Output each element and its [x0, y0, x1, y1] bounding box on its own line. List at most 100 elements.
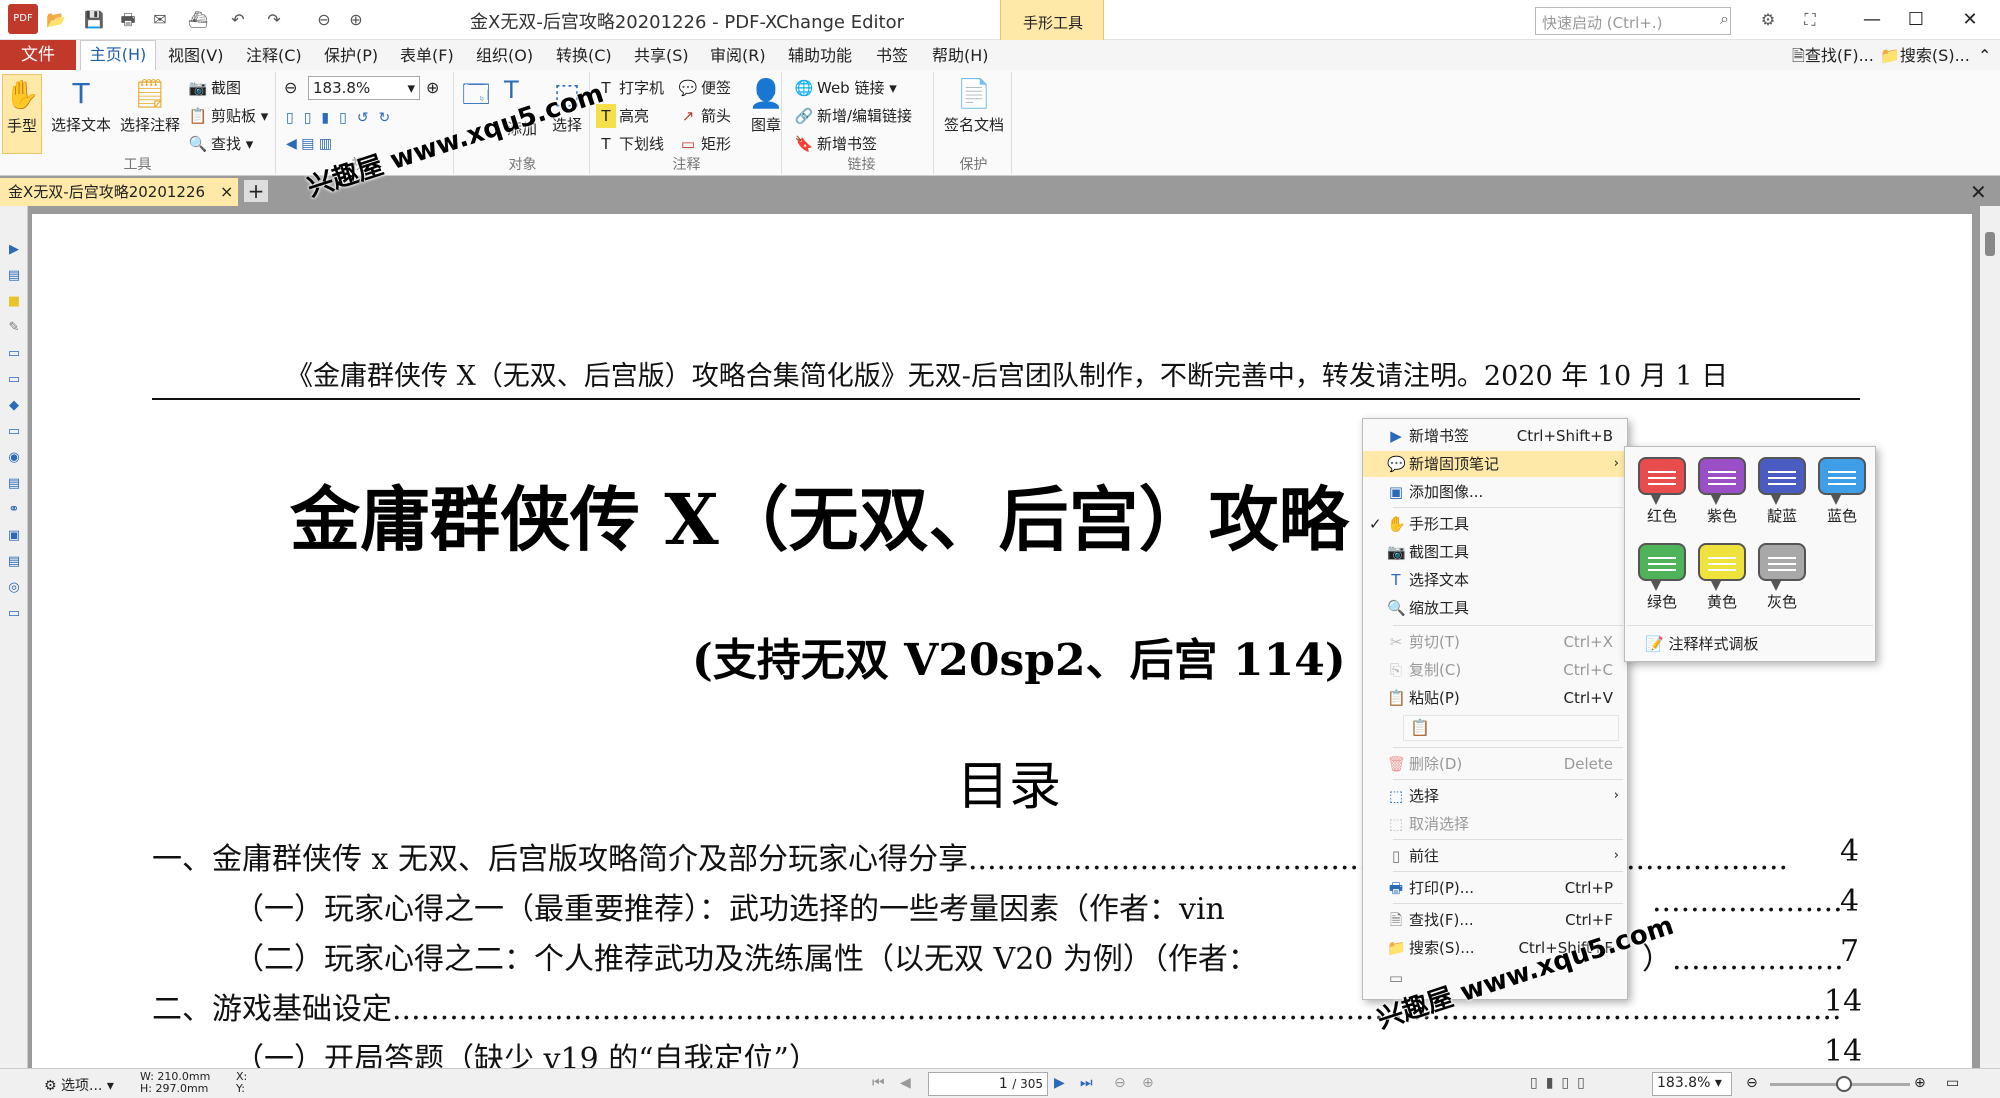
fullscreen-icon[interactable]: ⛶	[1798, 8, 1822, 32]
sticky-color-option[interactable]: 靛蓝	[1753, 453, 1811, 535]
properties-panel-icon[interactable]: ◉	[6, 450, 22, 466]
page-number-field[interactable]: 1 / 305	[928, 1072, 1048, 1096]
back-icon[interactable]: ⊖	[312, 8, 336, 32]
redo-icon[interactable]: ↷	[262, 8, 286, 32]
next-page-icon[interactable]: ▶	[1054, 1075, 1065, 1091]
tab-review[interactable]: 审阅(R)	[710, 44, 766, 68]
add-bookmark-button[interactable]: 🔖 新增书签	[794, 132, 877, 156]
history-panel-icon[interactable]: ◎	[6, 580, 22, 596]
app-logo-icon[interactable]: PDF	[8, 4, 38, 34]
zoom-select[interactable]: 183.8% ▾	[308, 76, 420, 100]
tab-protect[interactable]: 保护(P)	[324, 44, 378, 68]
underline-button[interactable]: T 下划线	[596, 132, 664, 156]
options-button[interactable]: ⚙ 选项... ▾	[44, 1075, 114, 1095]
sign-document-button[interactable]: 📄 签名文档	[938, 74, 1010, 135]
signatures-panel-icon[interactable]: ▤	[6, 554, 22, 570]
search-panel-icon[interactable]: ▭	[6, 606, 22, 622]
zoom-slider-handle[interactable]	[1836, 1076, 1852, 1092]
menu-item-goto[interactable]: ▯ 前往 ›	[1363, 843, 1627, 869]
comments-panel-icon[interactable]: ■	[6, 294, 22, 310]
sticky-color-option[interactable]: 绿色	[1633, 539, 1691, 621]
destinations-panel-icon[interactable]: ▭	[6, 372, 22, 388]
zoom-in-icon[interactable]: ⊕	[1914, 1075, 1926, 1091]
open-icon[interactable]: 📂	[44, 8, 68, 32]
find-button[interactable]: 🔍 查找 ▾	[188, 132, 254, 156]
sticky-color-option[interactable]: 红色	[1633, 453, 1691, 535]
sticky-color-option[interactable]: 灰色	[1753, 539, 1811, 621]
sticky-color-option[interactable]: 蓝色	[1813, 453, 1871, 535]
clipboard-button[interactable]: 📋 剪贴板 ▾	[188, 104, 269, 128]
undo-icon[interactable]: ↶	[226, 8, 250, 32]
tab-view[interactable]: 视图(V)	[168, 44, 223, 68]
view-arrow-icons[interactable]: ◀ ▤ ▥	[286, 136, 332, 152]
close-button[interactable]: ✕	[1950, 4, 1990, 36]
first-page-icon[interactable]: ⏮	[872, 1075, 885, 1091]
select-annotation-button[interactable]: 🗒 选择注释	[116, 74, 184, 135]
typewriter-button[interactable]: T 打字机	[596, 76, 664, 100]
menu-item-add-image[interactable]: ▣ 添加图像...	[1363, 479, 1627, 505]
menu-item-snapshot-tool[interactable]: 📷 截图工具	[1363, 539, 1627, 565]
zoom-in-icon[interactable]: ⊕	[426, 78, 439, 97]
links-panel-icon[interactable]: ⚭	[6, 502, 22, 518]
vertical-scrollbar[interactable]	[1980, 206, 2000, 1068]
search-icon[interactable]: ⌕	[1720, 9, 1729, 29]
edit-link-button[interactable]: 🔗 新增/编辑链接	[794, 104, 912, 128]
tab-form[interactable]: 表单(F)	[400, 44, 454, 68]
zoom-dropdown[interactable]: 183.8% ▾	[1652, 1072, 1732, 1096]
previous-page-icon[interactable]: ◀	[900, 1075, 911, 1091]
snapshot-button[interactable]: 📷 截图	[188, 76, 241, 100]
maximize-button[interactable]: ☐	[1896, 4, 1936, 36]
pages-panel-icon[interactable]: ▤	[6, 268, 22, 284]
tab-convert[interactable]: 转换(C)	[556, 44, 612, 68]
save-icon[interactable]: 💾	[82, 8, 106, 32]
menu-item-hand-tool[interactable]: ✓ ✋ 手形工具	[1363, 511, 1627, 537]
menu-item-new-sticky-note[interactable]: 💬 新增固顶笔记 ›	[1363, 451, 1627, 477]
collapse-ribbon-icon[interactable]: ⌃	[1978, 44, 1991, 68]
menu-item-deselect[interactable]: ⬚ 取消选择	[1363, 811, 1627, 837]
tab-accessibility[interactable]: 辅助功能	[788, 44, 852, 68]
new-tab-button[interactable]: +	[244, 180, 268, 202]
stamp-button[interactable]: 👤 图章	[746, 74, 786, 135]
tab-home[interactable]: 主页(H)	[80, 40, 156, 70]
page-layout-icons[interactable]: ▯▮▯▯	[1530, 1075, 1593, 1091]
annotation-style-palette-item[interactable]: 📝 注释样式调板	[1645, 633, 1758, 654]
tab-bookmarks[interactable]: 书签	[876, 44, 908, 68]
forward-view-icon[interactable]: ⊕	[1142, 1075, 1154, 1091]
menu-item-copy[interactable]: ⎘ 复制(C) Ctrl+C	[1363, 657, 1627, 683]
close-all-tabs-icon[interactable]: ✕	[1970, 180, 1987, 204]
close-icon[interactable]: ×	[220, 178, 233, 206]
menu-item-cut[interactable]: ✂ 剪切(T) Ctrl+X	[1363, 629, 1627, 655]
layers-panel-icon[interactable]: ▭	[6, 346, 22, 362]
print-icon[interactable]: 🖶	[116, 8, 140, 32]
email-icon[interactable]: ✉	[148, 8, 172, 32]
quick-launch-input[interactable]: 快速启动 (Ctrl+.)	[1535, 7, 1731, 35]
scan-icon[interactable]: ⛴	[186, 8, 210, 32]
search-menu-button[interactable]: 📁搜索(S)...	[1880, 44, 1970, 68]
sticky-color-option[interactable]: 黄色	[1693, 539, 1751, 621]
menu-item-select-text[interactable]: T 选择文本	[1363, 567, 1627, 593]
view-mode-icons[interactable]: ▯▯▮▯↺↻	[286, 110, 400, 126]
rectangle-button[interactable]: ▭ 矩形	[678, 132, 731, 156]
zoom-out-icon[interactable]: ⊖	[1746, 1075, 1758, 1091]
find-menu-button[interactable]: 🗎查找(F)...	[1792, 44, 1874, 68]
tab-help[interactable]: 帮助(H)	[932, 44, 989, 68]
tab-comment[interactable]: 注释(C)	[246, 44, 302, 68]
structure-panel-icon[interactable]: ▤	[6, 476, 22, 492]
menu-item-new-bookmark[interactable]: ▶ 新增书签 Ctrl+Shift+B	[1363, 423, 1627, 449]
document-tab[interactable]: 金X无双-后宫攻略20201226 ×	[0, 178, 238, 206]
tab-organize[interactable]: 组织(O)	[476, 44, 533, 68]
menu-item-find[interactable]: 🗎 查找(F)... Ctrl+F	[1363, 907, 1627, 933]
hand-tool-button[interactable]: ✋ 手型	[2, 74, 42, 154]
select-text-button[interactable]: T 选择文本	[48, 74, 114, 135]
fullscreen-icon[interactable]: ▭	[1946, 1075, 1959, 1091]
zoom-out-icon[interactable]: ⊖	[284, 78, 297, 97]
tab-share[interactable]: 共享(S)	[634, 44, 689, 68]
web-link-button[interactable]: 🌐 Web 链接 ▾	[794, 76, 897, 100]
menu-item-print[interactable]: 🖶 打印(P)... Ctrl+P	[1363, 875, 1627, 901]
paste-special-field[interactable]: 📋	[1403, 715, 1619, 741]
bookmarks-panel-icon[interactable]: ▶	[6, 242, 22, 258]
back-view-icon[interactable]: ⊖	[1114, 1075, 1126, 1091]
forward-icon[interactable]: ⊕	[344, 8, 368, 32]
sticky-color-option[interactable]: 紫色	[1693, 453, 1751, 535]
content-panel-icon[interactable]: ▭	[6, 424, 22, 440]
